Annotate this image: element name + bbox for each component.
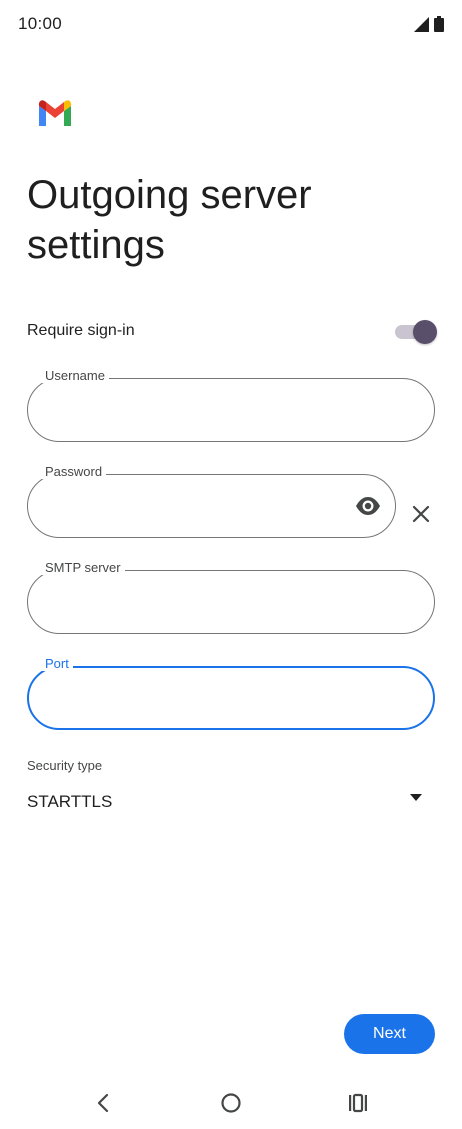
port-label: Port	[41, 656, 73, 671]
username-label: Username	[41, 368, 109, 383]
eye-icon[interactable]	[355, 495, 381, 517]
gmail-logo-icon	[39, 100, 71, 126]
require-signin-toggle[interactable]	[395, 318, 437, 346]
smtp-server-field[interactable]: SMTP server	[27, 560, 435, 634]
next-button[interactable]: Next	[344, 1014, 435, 1054]
recent-apps-icon[interactable]	[345, 1090, 371, 1116]
require-signin-label: Require sign-in	[27, 322, 135, 339]
username-input[interactable]	[46, 397, 384, 425]
battery-icon	[434, 16, 444, 32]
back-icon[interactable]	[91, 1090, 117, 1116]
username-field[interactable]: Username	[27, 368, 435, 442]
password-input[interactable]	[46, 493, 345, 521]
close-icon[interactable]	[410, 503, 432, 525]
dropdown-arrow-icon	[410, 794, 422, 801]
smtp-server-input[interactable]	[46, 589, 384, 617]
port-field[interactable]: Port	[27, 656, 435, 730]
password-field[interactable]: Password	[27, 464, 396, 538]
port-input[interactable]	[47, 686, 383, 714]
status-bar: 10:00	[0, 0, 462, 48]
page-title: Outgoing server settings	[27, 173, 312, 267]
status-time: 10:00	[18, 14, 63, 33]
require-signin-row: Require sign-in	[27, 314, 437, 350]
toggle-thumb	[413, 320, 437, 344]
security-type-dropdown[interactable]: STARTTLS	[27, 786, 429, 820]
status-icons	[413, 16, 444, 32]
home-icon[interactable]	[218, 1090, 244, 1116]
smtp-server-label: SMTP server	[41, 560, 125, 575]
security-type-value: STARTTLS	[27, 792, 113, 811]
signal-icon	[414, 17, 429, 32]
navigation-bar	[0, 1076, 462, 1129]
security-type-label: Security type	[27, 758, 103, 773]
password-label: Password	[41, 464, 107, 479]
